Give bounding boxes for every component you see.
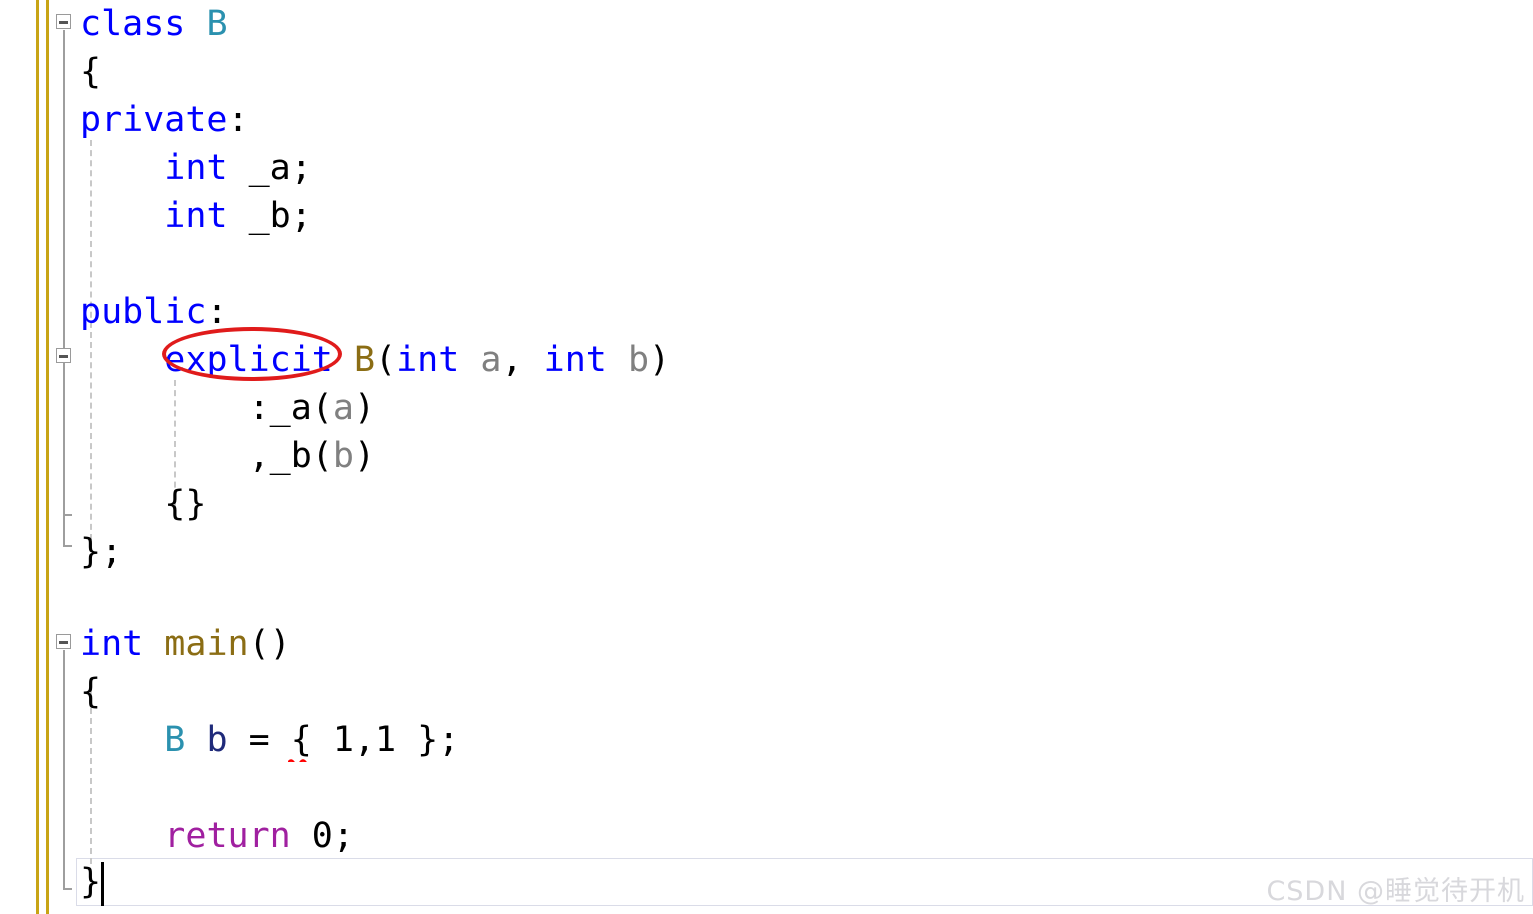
token-plain: 0; xyxy=(290,816,354,856)
token-user_type: B xyxy=(206,4,228,44)
code-line-11[interactable]: }; xyxy=(80,528,122,576)
token-plain: () xyxy=(248,624,291,664)
token-keyword: public xyxy=(80,292,207,332)
token-plain: ,_b( xyxy=(80,436,333,476)
token-plain: ) xyxy=(353,436,376,476)
token-plain: _b; xyxy=(227,196,312,236)
code-line-10[interactable]: {} xyxy=(80,480,206,528)
code-text-area[interactable]: class B{private: int _a; int _b; public: … xyxy=(0,0,1533,914)
token-plain: }; xyxy=(80,532,123,572)
text-caret xyxy=(101,862,104,906)
code-line-3[interactable]: int _a; xyxy=(80,144,312,192)
error-squiggle-underline xyxy=(288,752,312,762)
token-plain: ) xyxy=(649,340,671,380)
csdn-watermark: CSDN @睡觉待开机 xyxy=(1266,876,1525,907)
token-plain: : xyxy=(227,100,249,140)
token-plain: _a; xyxy=(227,148,312,188)
code-line-4[interactable]: int _b; xyxy=(80,192,312,240)
code-line-6[interactable]: public: xyxy=(80,288,228,336)
token-parameter: b xyxy=(332,436,354,476)
token-keyword: int xyxy=(164,196,228,236)
token-keyword: int xyxy=(80,624,144,664)
code-line-17[interactable]: return 0; xyxy=(80,812,354,860)
code-editor-surface[interactable]: class B{private: int _a; int _b; public: … xyxy=(0,0,1533,914)
token-keyword: class xyxy=(80,4,207,44)
token-parameter: b xyxy=(627,340,650,380)
token-function: main xyxy=(164,624,249,664)
token-keyword: private xyxy=(80,100,228,140)
token-plain: :_a( xyxy=(80,388,333,428)
code-line-15[interactable]: B b = { 1,1 }; xyxy=(80,716,459,764)
token-control: return xyxy=(164,816,291,856)
token-keyword: int xyxy=(543,340,607,380)
token-user_type: B xyxy=(164,720,186,760)
token-plain: = { 1,1 }; xyxy=(227,720,460,760)
token-keyword: explicit xyxy=(164,340,333,380)
token-plain: { xyxy=(80,52,102,92)
token-local_variable: b xyxy=(206,720,228,760)
token-plain: } xyxy=(80,862,102,902)
code-line-1[interactable]: { xyxy=(80,48,101,96)
code-line-2[interactable]: private: xyxy=(80,96,249,144)
token-plain: ) xyxy=(353,388,376,428)
token-plain: , xyxy=(501,340,544,380)
token-parameter: a xyxy=(332,388,354,428)
code-line-0[interactable]: class B xyxy=(80,0,228,48)
token-plain: ( xyxy=(375,340,397,380)
code-line-14[interactable]: { xyxy=(80,668,101,716)
code-line-13[interactable]: int main() xyxy=(80,620,291,668)
code-line-8[interactable]: :_a(a) xyxy=(80,384,375,432)
token-plain: {} xyxy=(80,484,207,524)
code-line-18[interactable]: } xyxy=(80,858,101,906)
code-line-9[interactable]: ,_b(b) xyxy=(80,432,375,480)
code-line-7[interactable]: explicit B(int a, int b) xyxy=(80,336,670,384)
token-function: B xyxy=(353,340,376,380)
token-plain: : xyxy=(206,292,228,332)
token-keyword: int xyxy=(164,148,228,188)
token-plain: { xyxy=(80,672,102,712)
token-keyword: int xyxy=(396,340,460,380)
token-parameter: a xyxy=(480,340,502,380)
